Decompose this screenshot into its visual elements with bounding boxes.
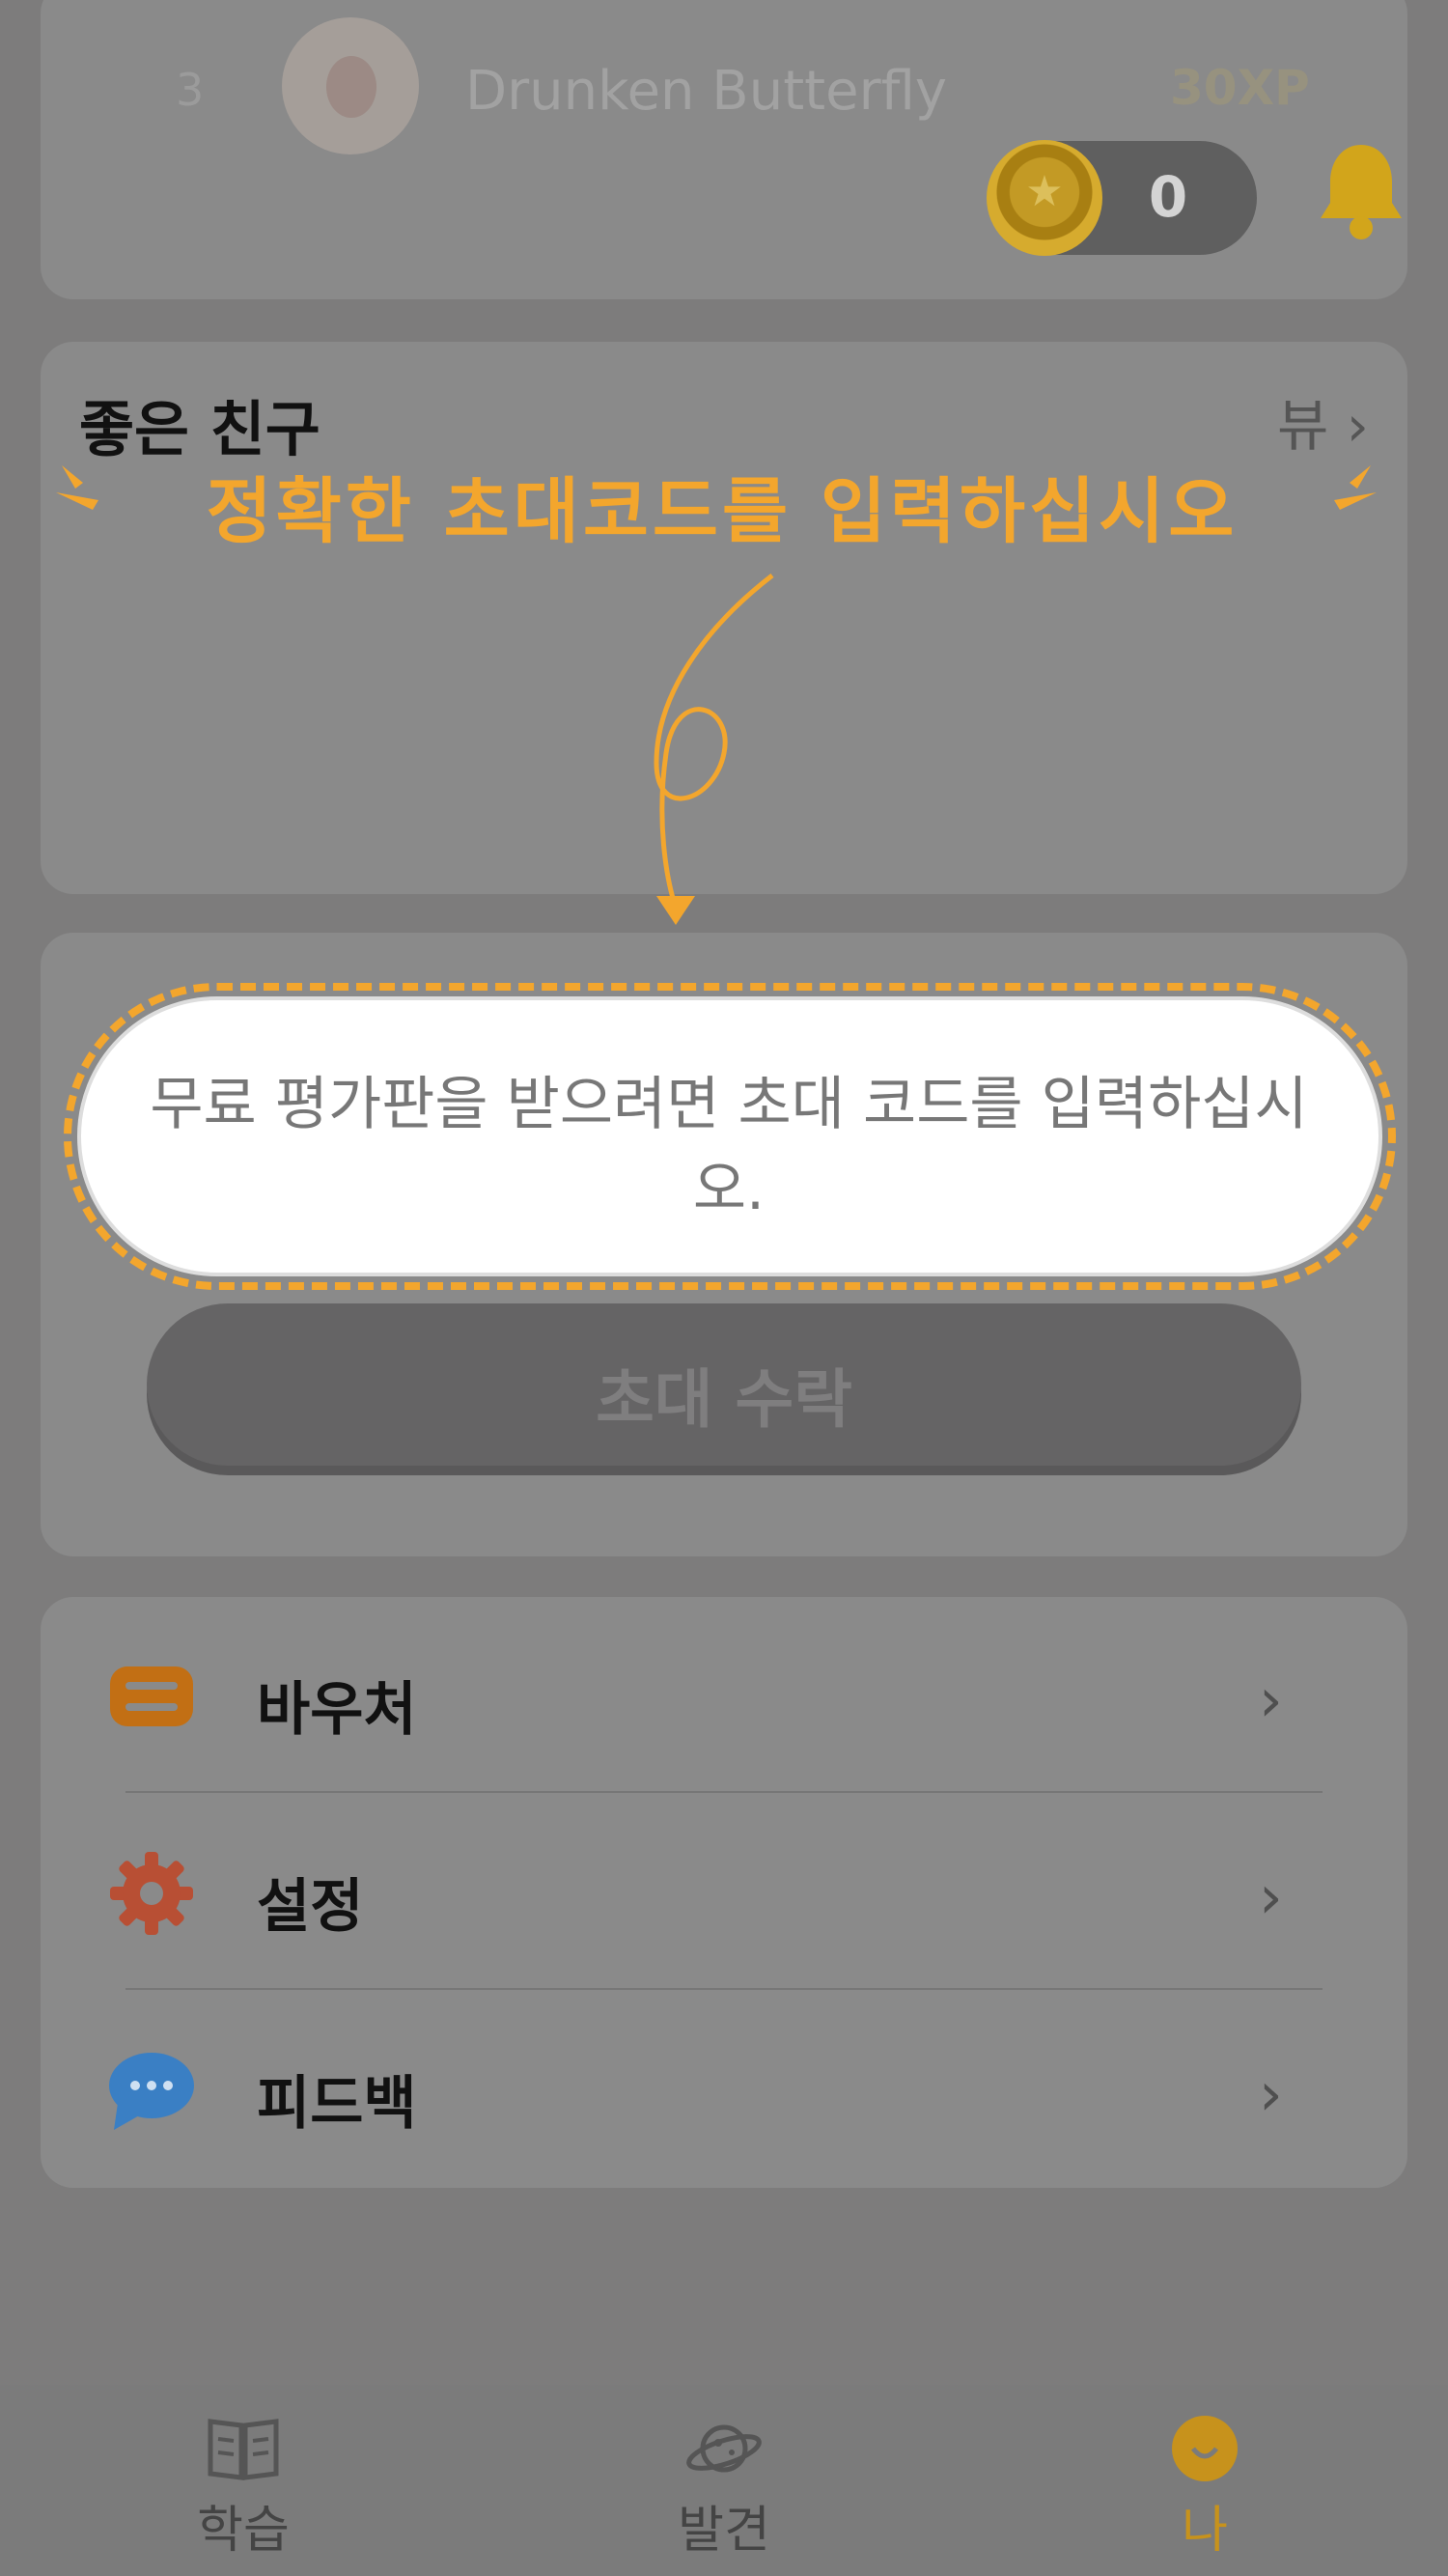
voucher-icon	[110, 1666, 193, 1726]
nav-label-discover: 발견	[678, 2502, 770, 2560]
annotation-text: 정확한 초대코드를 입력하십시오	[206, 470, 1239, 553]
accept-invite-button[interactable]: 초대 수락	[147, 1303, 1301, 1466]
chevron-right-icon: ›	[1259, 1862, 1283, 1932]
bell-icon[interactable]	[1315, 139, 1407, 245]
menu-label-settings: 설정	[257, 1873, 364, 1941]
invite-code-placeholder: 무료 평가판을 받으려면 초대 코드를 입력하십시오.	[150, 1071, 1308, 1223]
planet-icon	[686, 2424, 762, 2473]
menu-item-settings[interactable]: 설정 ›	[41, 1794, 1407, 1989]
view-label: 뷰	[1276, 393, 1329, 459]
rank-number: 3	[176, 64, 205, 116]
coin-count: 0	[1148, 164, 1188, 230]
nav-item-discover[interactable]: 발견	[618, 2414, 830, 2562]
nav-label-me: 나	[1182, 2502, 1228, 2560]
points-label: 30XP	[1170, 60, 1310, 116]
nav-label-learn: 학습	[197, 2502, 290, 2560]
arrow-annotation-icon	[654, 574, 774, 925]
nav-item-learn[interactable]: 학습	[137, 2414, 349, 2562]
chevron-right-icon: ›	[1259, 2058, 1283, 2129]
coin-icon: ★	[987, 140, 1102, 256]
accept-invite-label: 초대 수락	[596, 1362, 852, 1437]
menu-label-feedback: 피드백	[257, 2070, 417, 2138]
chevron-right-icon: ›	[1346, 393, 1369, 459]
avatar[interactable]	[282, 17, 419, 154]
chat-bubble-icon	[109, 2053, 194, 2130]
nav-item-me[interactable]: 나	[1099, 2414, 1311, 2562]
spark-right-icon	[1334, 465, 1377, 510]
divider	[125, 1791, 1323, 1793]
book-icon	[208, 2419, 279, 2480]
gear-icon	[110, 1852, 193, 1935]
divider	[125, 1988, 1323, 1990]
menu-item-voucher[interactable]: 바우처 ›	[41, 1597, 1407, 1792]
bottom-nav: 학습 발견 나	[0, 2385, 1448, 2576]
username: Drunken Butterfly	[465, 60, 948, 123]
menu-item-feedback[interactable]: 피드백 ›	[41, 1991, 1407, 2186]
menu-label-voucher: 바우처	[257, 1676, 417, 1744]
view-link[interactable]: 뷰 ›	[1277, 380, 1369, 462]
face-icon	[1172, 2416, 1238, 2481]
chevron-right-icon: ›	[1259, 1665, 1283, 1735]
